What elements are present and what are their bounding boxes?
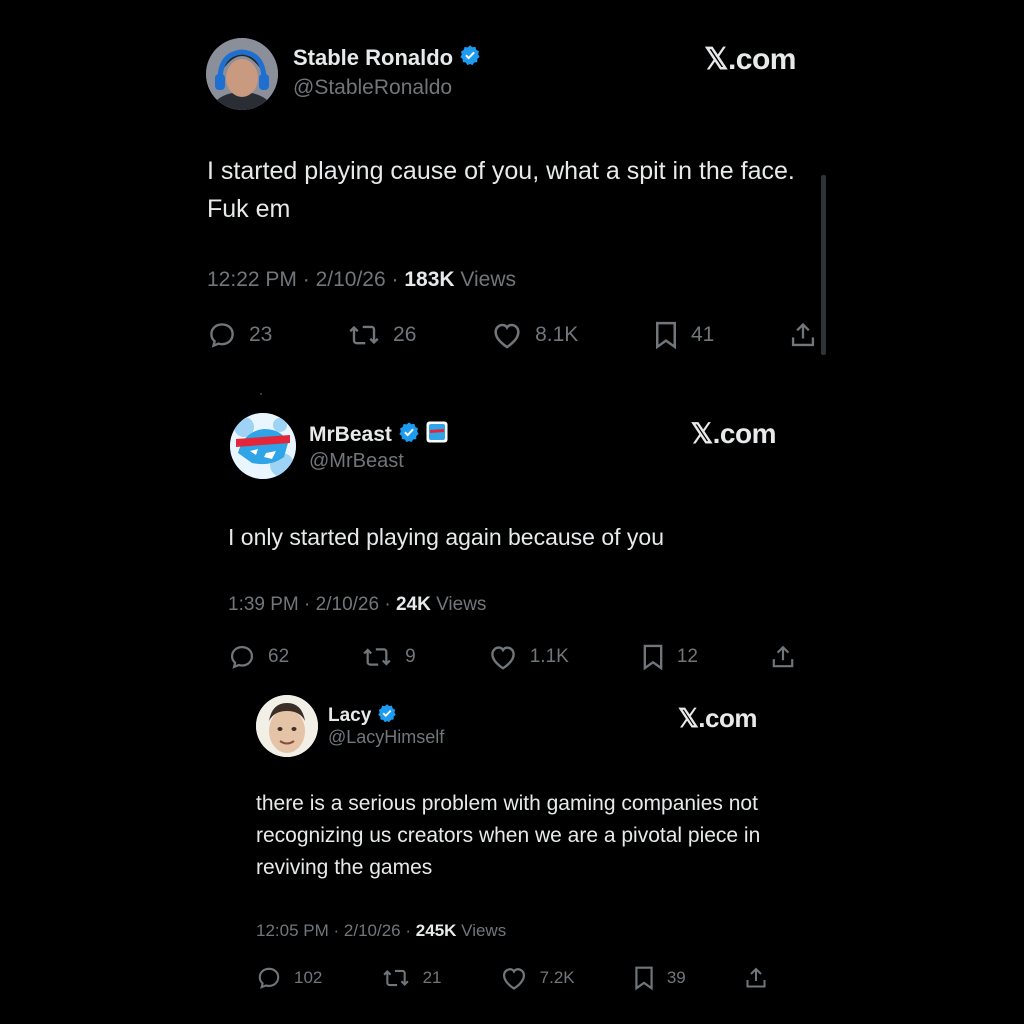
views-count: 245K <box>415 921 457 940</box>
tweet-card-mrbeast[interactable]: MrBeast @MrBeast 𝕏.com I only started pl… <box>215 395 810 685</box>
reply-icon <box>228 643 256 671</box>
reply-count: 62 <box>268 646 290 667</box>
reply-button[interactable]: 62 <box>228 643 289 671</box>
author-handle[interactable]: @MrBeast <box>309 450 404 473</box>
verified-badge-icon <box>398 421 420 448</box>
bookmark-button[interactable]: 12 <box>641 643 698 671</box>
tweet-card-lacy[interactable]: Lacy @LacyHimself 𝕏.com there is a serio… <box>244 683 789 1003</box>
meta-separator: · <box>302 268 310 291</box>
tweet-time[interactable]: 1:39 PM <box>228 594 299 615</box>
author-name[interactable]: Stable Ronaldo <box>293 45 453 71</box>
repost-icon <box>381 965 411 991</box>
avatar[interactable] <box>256 695 318 757</box>
share-icon <box>770 643 796 671</box>
repost-icon <box>347 320 381 350</box>
views-label: Views <box>461 921 507 940</box>
meta-separator: · <box>405 921 412 940</box>
action-bar: 62 9 1.1K 12 <box>228 643 796 671</box>
bookmark-count: 12 <box>676 646 698 667</box>
tweet-date[interactable]: 2/10/26 <box>316 594 379 615</box>
views-count: 183K <box>404 268 455 291</box>
x-com-brand: 𝕏.com <box>704 43 796 76</box>
like-count: 1.1K <box>529 646 569 667</box>
meta-separator: · <box>333 921 340 940</box>
avatar[interactable] <box>230 413 296 479</box>
gamer-headset-avatar-icon <box>206 38 278 110</box>
tweet-time[interactable]: 12:22 PM <box>207 268 297 291</box>
bookmark-button[interactable]: 41 <box>653 320 714 350</box>
person-avatar-icon <box>256 695 318 757</box>
like-button[interactable]: 1.1K <box>488 643 569 671</box>
heart-icon <box>491 320 523 350</box>
like-count: 8.1K <box>535 323 579 346</box>
x-com-brand: 𝕏.com <box>690 418 777 449</box>
avatar[interactable] <box>206 38 278 110</box>
action-bar: 23 26 8.1K 41 <box>207 320 817 350</box>
reply-button[interactable]: 102 <box>256 965 322 991</box>
affiliate-badge-icon <box>426 421 448 448</box>
heart-icon <box>488 643 518 671</box>
like-button[interactable]: 7.2K <box>500 965 575 991</box>
share-icon <box>744 965 768 991</box>
share-button[interactable] <box>770 643 796 671</box>
tweet-time[interactable]: 12:05 PM <box>256 921 329 940</box>
screenshot-canvas: Stable Ronaldo @StableRonaldo 𝕏.com I st… <box>0 0 1024 1024</box>
share-button[interactable] <box>744 965 768 991</box>
author-name[interactable]: MrBeast <box>309 423 392 447</box>
repost-count: 26 <box>393 323 417 346</box>
tweet-meta: 12:05 PM · 2/10/26 · 245K Views <box>256 921 506 941</box>
repost-button[interactable]: 26 <box>347 320 416 350</box>
verified-badge-icon <box>459 44 481 71</box>
bookmark-icon <box>653 320 679 350</box>
bookmark-count: 39 <box>666 968 686 987</box>
reply-button[interactable]: 23 <box>207 320 272 350</box>
repost-count: 21 <box>422 968 442 987</box>
author-handle[interactable]: @StableRonaldo <box>293 76 452 100</box>
share-button[interactable] <box>789 320 817 350</box>
tweet-text: there is a serious problem with gaming c… <box>256 792 761 879</box>
author-name[interactable]: Lacy <box>328 705 371 727</box>
views-label: Views <box>436 594 487 615</box>
repost-button[interactable]: 9 <box>361 643 416 671</box>
heart-icon <box>500 965 528 991</box>
beast-panther-logo-icon <box>230 413 296 479</box>
scrollbar[interactable] <box>821 175 826 355</box>
repost-button[interactable]: 21 <box>381 965 442 991</box>
repost-icon <box>361 643 393 671</box>
tweet-date[interactable]: 2/10/26 <box>316 268 386 291</box>
tweet-meta: 12:22 PM · 2/10/26 · 183K Views <box>207 268 516 292</box>
author-handle[interactable]: @LacyHimself <box>328 727 444 748</box>
tweet-text: I only started playing again because of … <box>228 524 665 550</box>
meta-separator: · <box>384 594 391 615</box>
tweet-meta: 1:39 PM · 2/10/26 · 24K Views <box>228 594 486 616</box>
share-icon <box>789 320 817 350</box>
meta-separator: · <box>304 594 311 615</box>
reply-count: 102 <box>294 968 323 987</box>
reply-icon <box>256 965 282 991</box>
tweet-text: I started playing cause of you, what a s… <box>207 157 795 223</box>
meta-separator: · <box>391 268 399 291</box>
views-label: Views <box>460 268 517 291</box>
tweet-date[interactable]: 2/10/26 <box>344 921 401 940</box>
x-com-brand: 𝕏.com <box>677 703 758 733</box>
bookmark-button[interactable]: 39 <box>633 965 686 991</box>
views-count: 24K <box>395 594 431 615</box>
reply-count: 23 <box>249 323 273 346</box>
bookmark-count: 41 <box>690 323 715 346</box>
bookmark-icon <box>641 643 665 671</box>
bookmark-icon <box>633 965 655 991</box>
reply-icon <box>207 320 237 350</box>
like-count: 7.2K <box>539 968 575 987</box>
repost-count: 9 <box>405 646 416 667</box>
like-button[interactable]: 8.1K <box>491 320 578 350</box>
tweet-card-stable-ronaldo[interactable]: Stable Ronaldo @StableRonaldo 𝕏.com I st… <box>190 20 830 370</box>
action-bar: 102 21 7.2K 39 <box>256 965 768 991</box>
verified-badge-icon <box>377 703 397 728</box>
